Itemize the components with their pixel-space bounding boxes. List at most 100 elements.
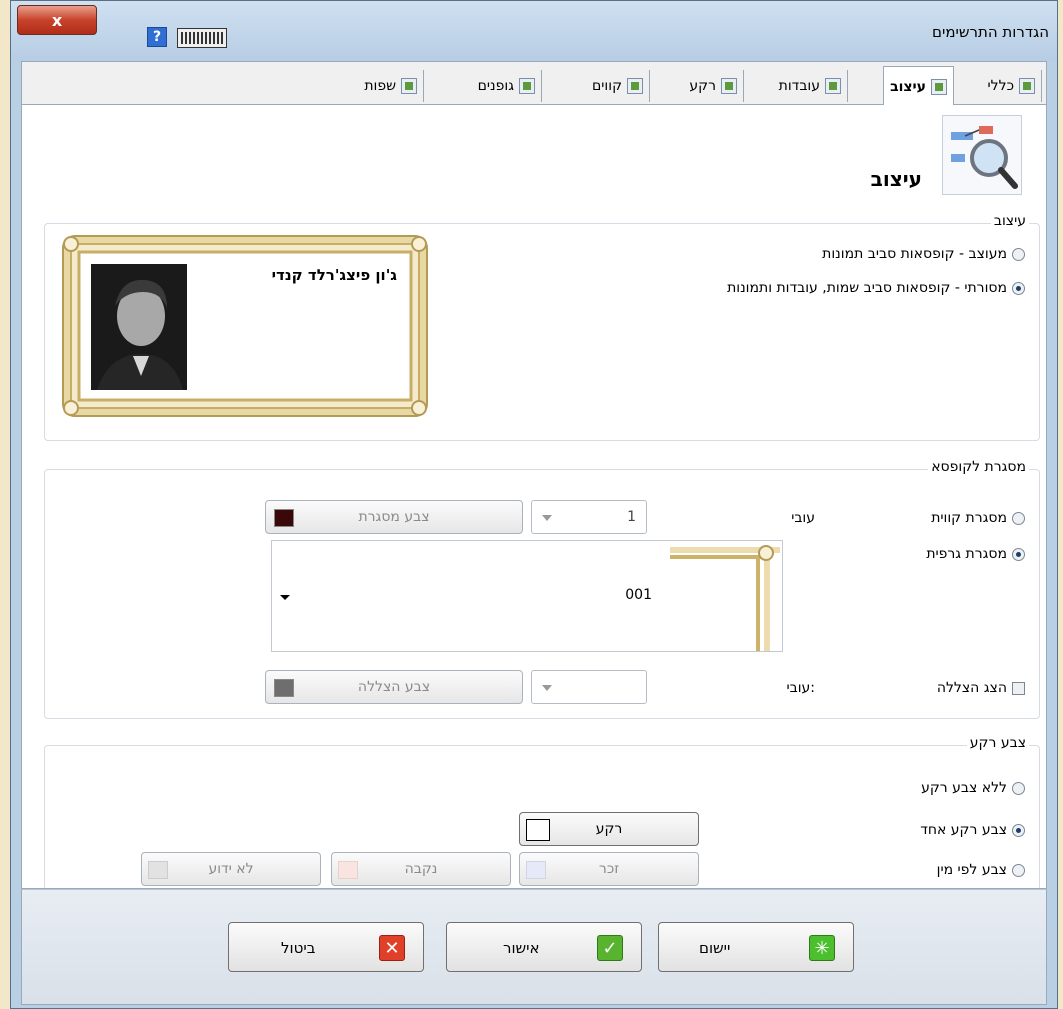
settings-dialog: x ? הגדרות התרשימים כללי עיצוב עובדות רק… [10,0,1058,1009]
tab-fonts[interactable]: גופנים [472,70,542,102]
button-label: צבע מסגרת [358,509,430,525]
female-color-button[interactable]: נקבה [331,852,511,886]
graphic-frame-dropdown[interactable]: 001 [271,540,783,652]
lines-icon [627,78,643,94]
single-background-radio[interactable]: צבע רקע אחד [920,822,1025,838]
portrait-photo [91,264,187,390]
button-label: נקבה [404,861,438,877]
graphic-frame-radio[interactable]: מסגרת גרפית [926,546,1025,562]
window-title: הגדרות התרשימים [932,23,1049,41]
tab-label: קווים [592,78,622,94]
tab-label: שפות [364,78,396,94]
design-group: עיצוב מעוצב - קופסאות סביב תמונות מסורתי… [44,213,1040,441]
radio-button[interactable] [1012,781,1025,795]
preview-person-name: ג'ון פיצג'רלד קנדי [271,266,397,284]
tab-label: גופנים [477,78,514,94]
group-legend: צבע רקע [966,735,1029,751]
keyboard-button[interactable] [177,28,227,48]
tab-label: עובדות [778,78,820,94]
tab-general[interactable]: כללי [982,70,1042,102]
close-icon: x [51,10,63,30]
tab-facts[interactable]: עובדות [773,70,848,102]
chevron-down-icon [542,515,552,521]
fonts-icon [519,78,535,94]
button-label: רקע [595,821,623,837]
keyboard-icon [181,32,223,44]
button-label: אישור [503,939,540,957]
button-label: צבע הצללה [357,679,431,695]
button-label: ביטול [281,939,316,957]
apply-button[interactable]: ✳ יישום [658,922,854,972]
tab-label: עיצוב [890,78,926,95]
background-color-button[interactable]: רקע [519,812,699,846]
tab-strip: כללי עיצוב עובדות רקע קווים גופנים שפות [21,61,1047,106]
no-background-radio[interactable]: ללא צבע רקע [921,780,1025,796]
design-magnifier-icon [942,115,1022,195]
cancel-button[interactable]: ✕ ביטול [228,922,424,972]
tab-label: כללי [987,78,1014,94]
radio-label: מסגרת קווית [931,510,1007,526]
background-icon [721,78,737,94]
unknown-color-button[interactable]: לא ידוע [141,852,321,886]
traditional-style-radio[interactable]: מסורתי - קופסאות סביב שמות, עובדות ותמונ… [727,280,1025,296]
line-frame-radio[interactable]: מסגרת קווית [931,510,1025,526]
radio-button[interactable] [1012,281,1025,295]
checkmark-icon: ✓ [597,935,623,961]
thickness-label: עובי [791,510,815,526]
design-icon [931,78,947,95]
close-button[interactable]: x [17,5,97,35]
dropdown-value: 1 [627,509,636,525]
dropdown-value: 001 [625,587,652,603]
dialog-footer: ✕ ביטול ✓ אישור ✳ יישום [21,889,1047,1005]
button-label: לא ידוע [208,861,254,877]
help-icon: ? [152,29,162,45]
checkbox[interactable] [1012,681,1025,695]
tab-label: רקע [689,78,716,94]
radio-label: ללא צבע רקע [921,780,1007,796]
thickness-dropdown[interactable]: 1 [531,500,647,534]
tab-lines[interactable]: קווים [586,70,650,102]
radio-label: מסגרת גרפית [926,546,1007,562]
group-legend: מסגרת לקופסא [928,459,1029,475]
button-label: יישום [699,939,731,957]
shadow-thickness-dropdown[interactable] [531,670,647,704]
close-icon: ✕ [379,935,405,961]
radio-button[interactable] [1012,247,1025,261]
button-label: זכר [598,861,620,877]
frame-preview [670,545,780,651]
shadow-color-button[interactable]: צבע הצללה [265,670,523,704]
checkbox-label: הצג הצללה [936,680,1007,696]
radio-label: מסורתי - קופסאות סביב שמות, עובדות ותמונ… [727,280,1007,296]
radio-button[interactable] [1012,547,1025,561]
radio-button[interactable] [1012,863,1025,877]
frame-color-button[interactable]: צבע מסגרת [265,500,523,534]
tab-design[interactable]: עיצוב [883,66,954,106]
apply-icon: ✳ [809,935,835,961]
tab-content: עיצוב עיצוב מעוצב - קופסאות סביב תמונות … [21,105,1047,889]
page-title: עיצוב [870,167,922,191]
settings-icon [1019,78,1035,94]
by-gender-radio[interactable]: צבע לפי מין [937,862,1025,878]
title-bar: x ? הגדרות התרשימים [11,1,1057,61]
chevron-down-icon [280,595,290,600]
tab-background[interactable]: רקע [683,70,744,102]
facts-icon [825,78,841,94]
radio-button[interactable] [1012,511,1025,525]
tab-languages[interactable]: שפות [358,70,424,102]
designed-style-radio[interactable]: מעוצב - קופסאות סביב תמונות [822,246,1025,262]
radio-label: צבע רקע אחד [920,822,1007,838]
chevron-down-icon [542,685,552,691]
help-button[interactable]: ? [147,27,167,47]
radio-button[interactable] [1012,823,1025,837]
male-color-button[interactable]: זכר [519,852,699,886]
radio-label: צבע לפי מין [936,862,1007,878]
shadow-thickness-label: עובי: [786,680,815,696]
languages-icon [401,78,417,94]
background-color-group: צבע רקע ללא צבע רקע צבע רקע אחד צבע לפי … [44,735,1040,888]
show-shadow-checkbox[interactable]: הצג הצללה [937,680,1025,696]
ok-button[interactable]: ✓ אישור [446,922,642,972]
preview-box: ג'ון פיצג'רלד קנדי [59,232,431,420]
group-legend: עיצוב [990,213,1029,229]
box-frame-group: מסגרת לקופסא מסגרת קווית מסגרת גרפית עוב… [44,459,1040,719]
radio-label: מעוצב - קופסאות סביב תמונות [822,246,1007,262]
